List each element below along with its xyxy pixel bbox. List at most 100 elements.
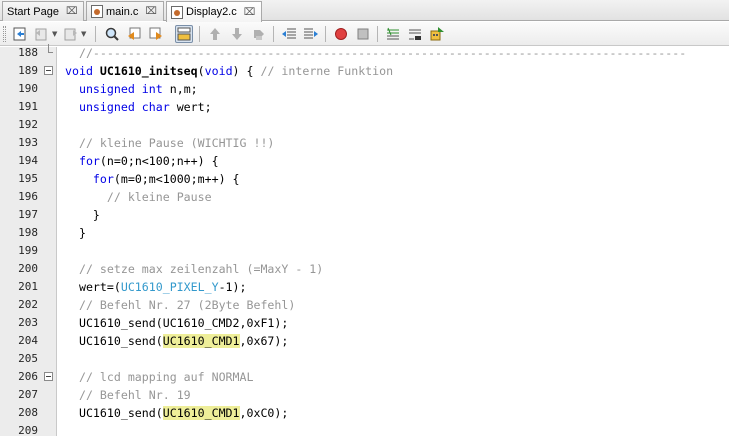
last-edit-icon[interactable] [11,25,29,43]
code-line[interactable]: 193 // kleine Pause (WICHTIG !!) [0,134,729,152]
code-text[interactable]: UC1610_send(UC1610_CMD1,0x67); [65,332,288,350]
code-line[interactable]: 205 [0,350,729,368]
forward-icon[interactable] [62,25,80,43]
comment-token: // Befehl Nr. 27 (2Byte Befehl) [78,298,296,312]
line-number: 195 [18,172,38,185]
code-line[interactable]: 209 [0,422,729,436]
code-line[interactable]: 206 // lcd mapping auf NORMAL [0,368,729,386]
shift-right-icon[interactable] [302,25,320,43]
uncomment-icon[interactable] [406,25,424,43]
next-bookmark-icon[interactable] [228,25,246,43]
code-text[interactable]: // lcd mapping auf NORMAL [65,368,254,386]
code-token: n,m; [162,82,198,96]
code-line[interactable]: 208 UC1610_send(UC1610_CMD1,0xC0); [0,404,729,422]
code-text[interactable]: // Befehl Nr. 19 [65,386,191,404]
code-line[interactable]: 191 unsigned char wert; [0,98,729,116]
code-line[interactable]: 198 } [0,224,729,242]
code-text[interactable]: unsigned char wert; [65,98,212,116]
keyword-token: int [141,82,163,96]
previous-bookmark-icon[interactable] [206,25,224,43]
code-line[interactable]: 190 unsigned int n,m; [0,80,729,98]
code-text[interactable]: // kleine Pause (WICHTIG !!) [65,134,274,152]
fold-end-marker [48,44,53,53]
find-icon[interactable] [103,25,121,43]
c-file-icon [91,5,103,18]
line-number: 206 [18,370,38,383]
code-line[interactable]: 199 [0,242,729,260]
chevron-down-icon[interactable]: ▼ [52,30,59,38]
find-next-icon[interactable] [147,25,165,43]
code-line[interactable]: 195 for(m=0;m<1000;m++) { [0,170,729,188]
code-line[interactable]: 207 // Befehl Nr. 19 [0,386,729,404]
code-text[interactable]: // kleine Pause [65,188,212,206]
code-line[interactable]: 201 wert=(UC1610_PIXEL_Y-1); [0,278,729,296]
code-text[interactable]: for(n=0;n<100;n++) { [65,152,219,170]
keyword-token: unsigned [78,100,135,114]
back-icon[interactable] [33,25,51,43]
code-text[interactable]: } [65,224,86,242]
chevron-down-icon[interactable]: ▼ [81,30,88,38]
code-line[interactable]: 189 void UC1610_initseq(void) { // intern… [0,62,729,80]
toggle-highlight-icon[interactable] [175,25,193,43]
code-text[interactable]: for(m=0;m<1000;m++) { [65,170,240,188]
code-token: ,0x67); [239,334,289,348]
line-number: 192 [18,118,38,131]
keyword-token: for [78,154,100,168]
toolbar-grip[interactable] [3,26,6,42]
fold-collapse-icon[interactable] [44,372,53,381]
close-icon[interactable]: ⌧ [66,6,78,17]
code-line[interactable]: 192 [0,116,729,134]
comment-token: //--------------------------------------… [65,46,687,60]
fold-collapse-icon[interactable] [44,66,53,75]
tab-main-c[interactable]: main.c ⌧ [86,1,164,21]
line-number: 198 [18,226,38,239]
stop-macro-icon[interactable] [354,25,372,43]
start-macro-icon[interactable] [332,25,350,43]
code-line[interactable]: 188 //----------------------------------… [0,44,729,62]
comment-icon[interactable] [384,25,402,43]
code-line[interactable]: 196 // kleine Pause [0,188,729,206]
toggle-bookmark-icon[interactable] [250,25,268,43]
c-file-icon [171,5,183,19]
find-previous-icon[interactable] [125,25,143,43]
highlighted-token: UC1610_CMD1 [162,406,240,420]
code-line[interactable]: 194 for(n=0;n<100;n++) { [0,152,729,170]
code-token: (m=0;m<1000;m++) { [113,172,240,186]
tab-label: main.c [106,5,139,18]
code-line[interactable]: 197 } [0,206,729,224]
line-number: 196 [18,190,38,203]
code-line[interactable]: 202 // Befehl Nr. 27 (2Byte Befehl) [0,296,729,314]
code-text[interactable]: wert=(UC1610_PIXEL_Y-1); [65,278,247,296]
code-text[interactable]: // Befehl Nr. 27 (2Byte Befehl) [65,296,295,314]
comment-token: // interne Funktion [260,64,394,78]
code-text[interactable]: UC1610_send(UC1610_CMD2,0xF1); [65,314,288,332]
shift-left-icon[interactable] [280,25,298,43]
code-token: ( [197,64,205,78]
code-editor[interactable]: 188 //----------------------------------… [0,44,729,436]
close-icon[interactable]: ⌧ [145,6,157,17]
code-text[interactable]: //--------------------------------------… [65,44,686,62]
tab-start-page[interactable]: Start Page ⌧ [2,1,84,21]
code-line[interactable]: 204 UC1610_send(UC1610_CMD1,0x67); [0,332,729,350]
run-icon[interactable] [428,25,446,43]
close-icon[interactable]: ⌧ [244,7,256,18]
line-number: 193 [18,136,38,149]
code-token: wert; [169,100,212,114]
code-text[interactable]: } [65,206,100,224]
code-text[interactable]: UC1610_send(UC1610_CMD1,0xC0); [65,404,288,422]
code-line[interactable]: 203 UC1610_send(UC1610_CMD2,0xF1); [0,314,729,332]
line-number: 202 [18,298,38,311]
line-number: 189 [18,64,38,77]
code-text[interactable]: unsigned int n,m; [65,80,198,98]
code-line[interactable]: 200 // setze max zeilenzahl (=MaxY - 1) [0,260,729,278]
line-number: 208 [18,406,38,419]
editor-toolbar: ▼ ▼ [0,22,729,46]
code-text[interactable]: void UC1610_initseq(void) { // interne F… [65,62,393,80]
code-text[interactable]: // setze max zeilenzahl (=MaxY - 1) [65,260,323,278]
tab-display2-c[interactable]: Display2.c ⌧ [166,1,262,22]
